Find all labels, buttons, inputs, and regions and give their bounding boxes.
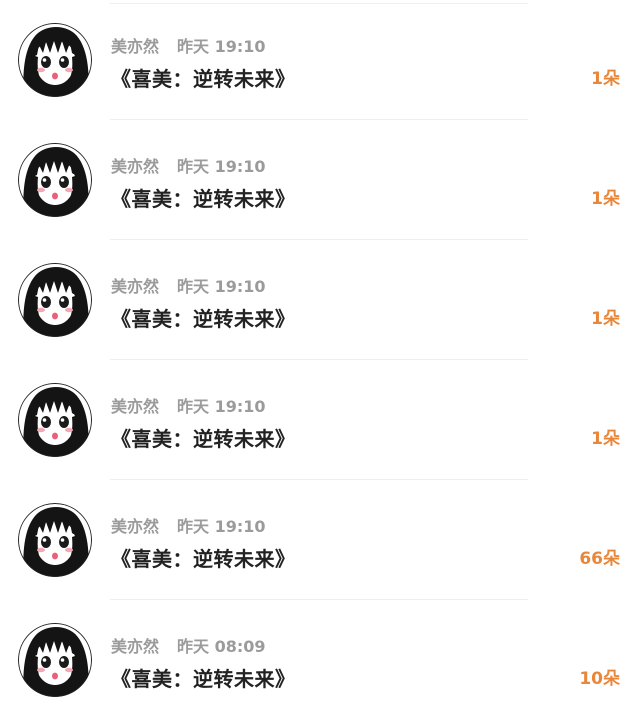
gift-record-row[interactable]: 美亦然 昨天 19:10 《喜美：逆转未来》 1朵 bbox=[0, 0, 640, 120]
user-name[interactable]: 美亦然 bbox=[111, 277, 159, 296]
record-meta: 美亦然 昨天 19:10 bbox=[111, 157, 266, 177]
gift-amount: 1朵 bbox=[591, 309, 620, 329]
user-avatar-icon[interactable] bbox=[18, 263, 92, 337]
book-title[interactable]: 《喜美：逆转未来》 bbox=[111, 546, 296, 572]
record-meta: 美亦然 昨天 08:09 bbox=[111, 637, 266, 657]
record-time: 昨天 19:10 bbox=[177, 277, 266, 296]
record-meta: 美亦然 昨天 19:10 bbox=[111, 37, 266, 57]
gift-amount: 1朵 bbox=[591, 69, 620, 89]
record-time: 昨天 19:10 bbox=[177, 397, 266, 416]
user-avatar-icon[interactable] bbox=[18, 623, 92, 697]
user-name[interactable]: 美亦然 bbox=[111, 637, 159, 656]
user-name[interactable]: 美亦然 bbox=[111, 157, 159, 176]
gift-record-row[interactable]: 美亦然 昨天 19:10 《喜美：逆转未来》 1朵 bbox=[0, 360, 640, 480]
book-title[interactable]: 《喜美：逆转未来》 bbox=[111, 426, 296, 452]
book-title[interactable]: 《喜美：逆转未来》 bbox=[111, 66, 296, 92]
record-meta: 美亦然 昨天 19:10 bbox=[111, 517, 266, 537]
gift-record-row[interactable]: 美亦然 昨天 19:10 《喜美：逆转未来》 66朵 bbox=[0, 480, 640, 600]
gift-record-row[interactable]: 美亦然 昨天 08:09 《喜美：逆转未来》 10朵 bbox=[0, 600, 640, 720]
record-time: 昨天 08:09 bbox=[177, 637, 266, 656]
gift-amount: 1朵 bbox=[591, 189, 620, 209]
gift-record-row[interactable]: 美亦然 昨天 19:10 《喜美：逆转未来》 1朵 bbox=[0, 240, 640, 360]
gift-amount: 66朵 bbox=[579, 549, 620, 569]
record-time: 昨天 19:10 bbox=[177, 517, 266, 536]
gift-record-row[interactable]: 美亦然 昨天 19:10 《喜美：逆转未来》 1朵 bbox=[0, 120, 640, 240]
user-avatar-icon[interactable] bbox=[18, 143, 92, 217]
book-title[interactable]: 《喜美：逆转未来》 bbox=[111, 186, 296, 212]
user-name[interactable]: 美亦然 bbox=[111, 517, 159, 536]
record-meta: 美亦然 昨天 19:10 bbox=[111, 277, 266, 297]
gift-amount: 1朵 bbox=[591, 429, 620, 449]
user-name[interactable]: 美亦然 bbox=[111, 37, 159, 56]
record-meta: 美亦然 昨天 19:10 bbox=[111, 397, 266, 417]
user-avatar-icon[interactable] bbox=[18, 383, 92, 457]
record-time: 昨天 19:10 bbox=[177, 37, 266, 56]
user-avatar-icon[interactable] bbox=[18, 23, 92, 97]
user-name[interactable]: 美亦然 bbox=[111, 397, 159, 416]
gift-record-list: 美亦然 昨天 19:10 《喜美：逆转未来》 1朵 美亦然 昨天 19:10 《喜美… bbox=[0, 0, 640, 720]
book-title[interactable]: 《喜美：逆转未来》 bbox=[111, 306, 296, 332]
user-avatar-icon[interactable] bbox=[18, 503, 92, 577]
record-time: 昨天 19:10 bbox=[177, 157, 266, 176]
book-title[interactable]: 《喜美：逆转未来》 bbox=[111, 666, 296, 692]
gift-amount: 10朵 bbox=[579, 669, 620, 689]
